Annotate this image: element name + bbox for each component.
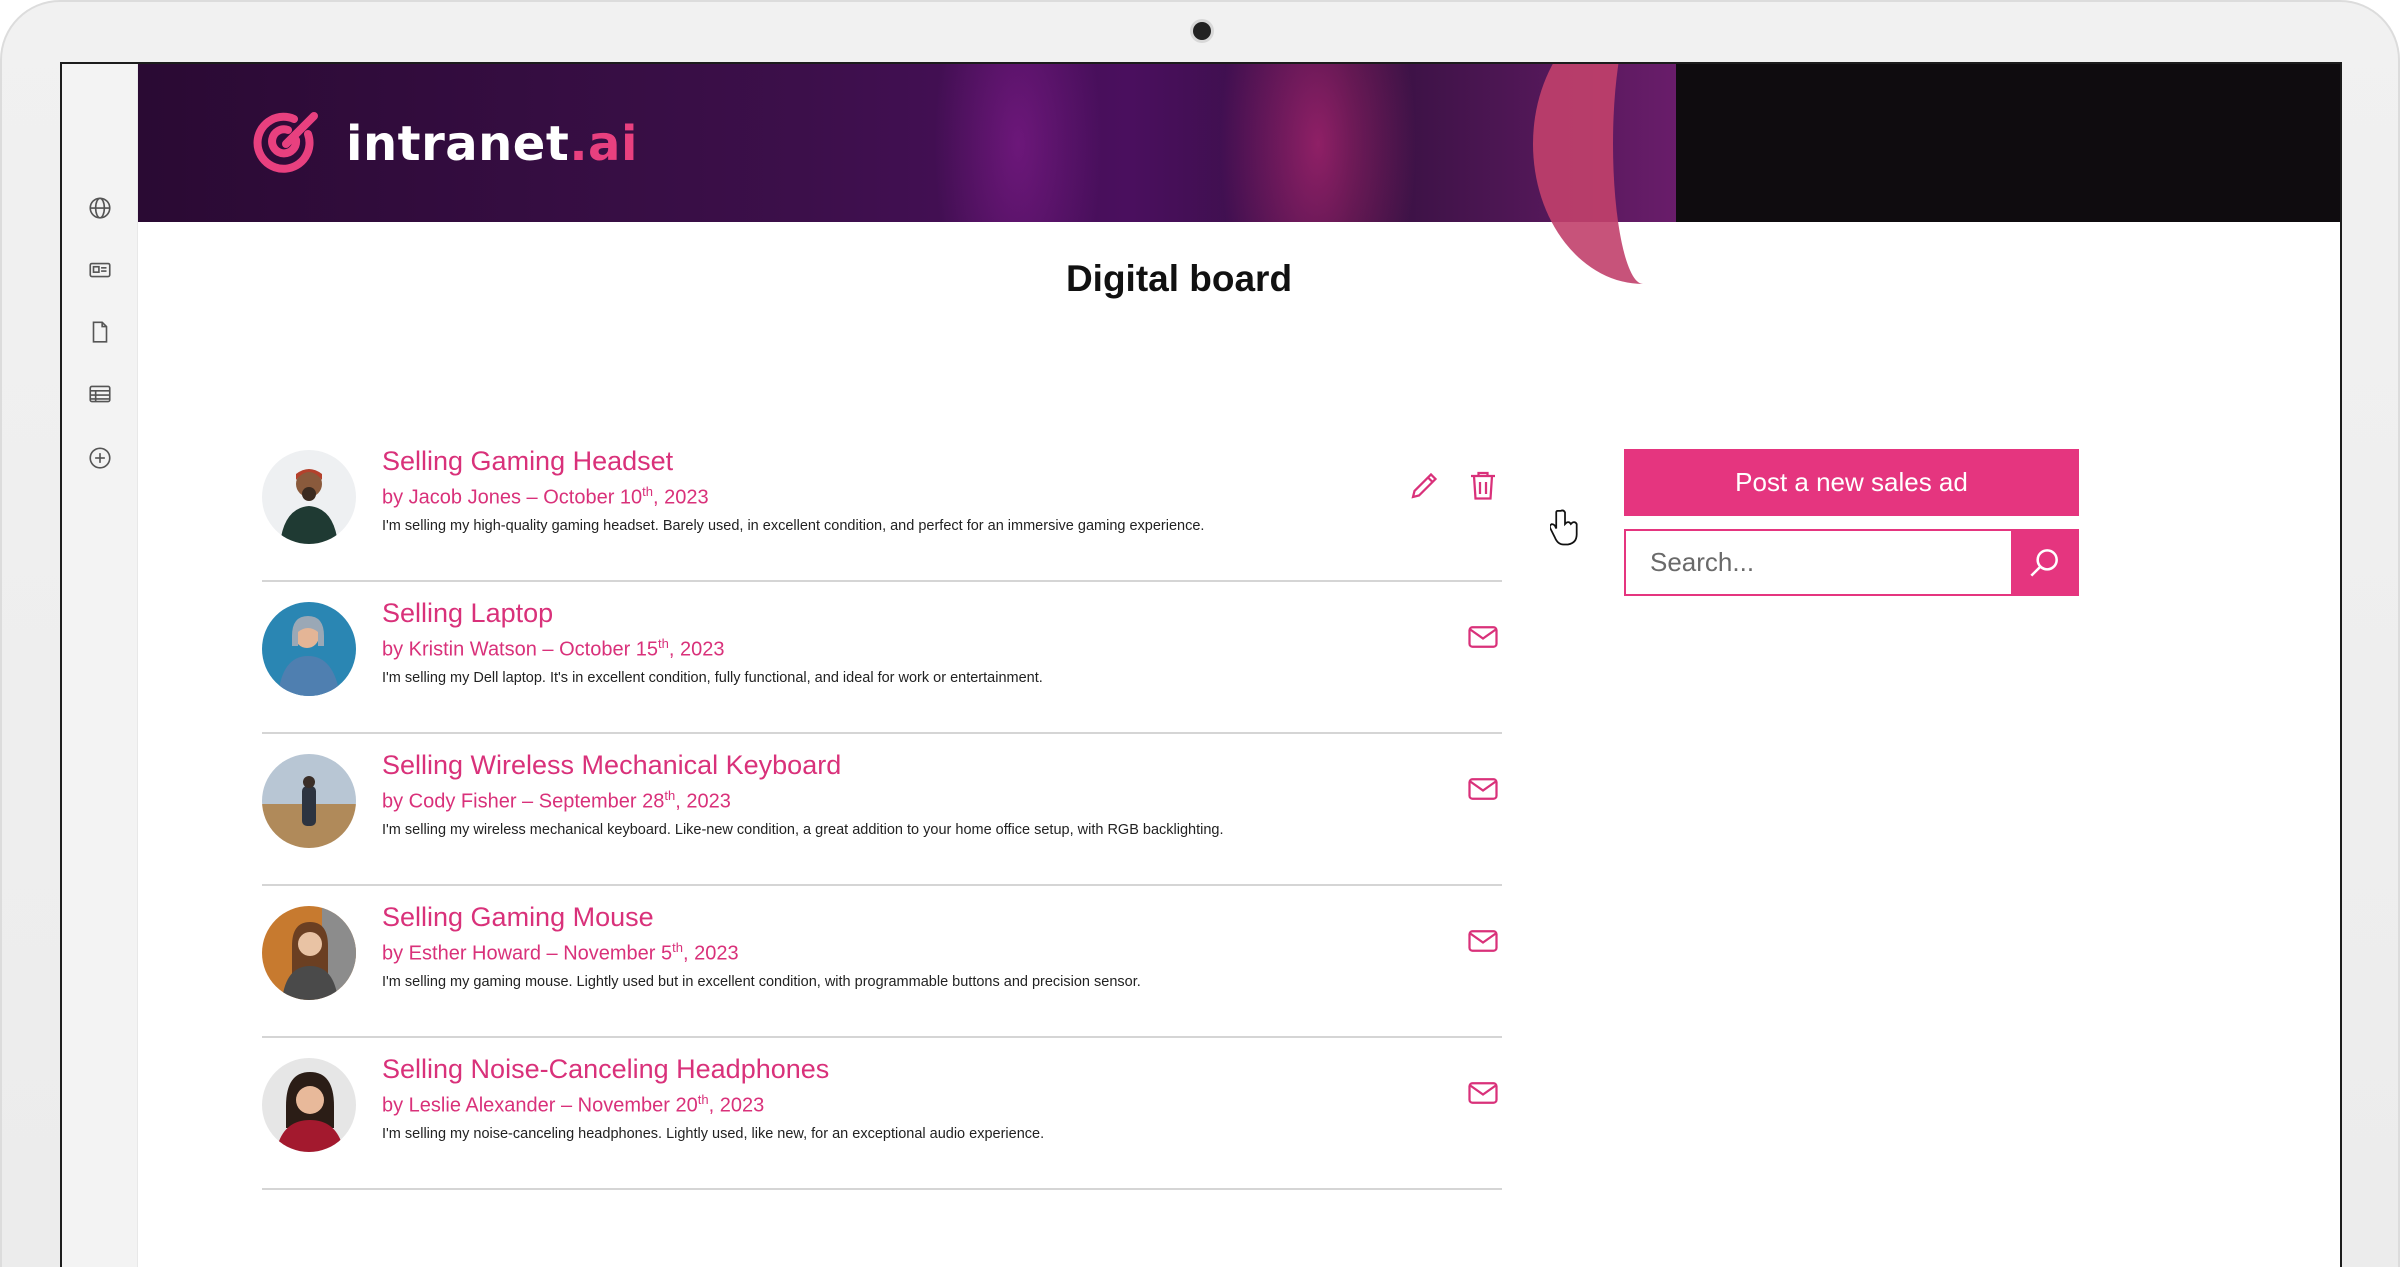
- mail-icon: [1468, 930, 1498, 952]
- ad-author-date: by Cody Fisher – September 28: [382, 790, 665, 813]
- brand-name: intranet.ai: [346, 116, 638, 172]
- search-input[interactable]: [1626, 531, 2011, 594]
- ad-meta: by Leslie Alexander – November 20th, 202…: [382, 1092, 764, 1118]
- left-rail: [62, 64, 138, 1267]
- table-icon[interactable]: [86, 380, 114, 408]
- ad-description: I'm selling my Dell laptop. It's in exce…: [382, 670, 1043, 686]
- ad-year: , 2023: [708, 1094, 765, 1117]
- brand-name-suffix: .ai: [569, 116, 638, 172]
- delete-button[interactable]: [1464, 466, 1502, 504]
- ad-meta: by Kristin Watson – October 15th, 2023: [382, 636, 725, 662]
- list-item: Selling Noise-Canceling Headphones by Le…: [262, 1038, 1502, 1190]
- post-new-ad-button[interactable]: Post a new sales ad: [1624, 449, 2079, 516]
- hand-cursor-icon: [1550, 509, 1578, 546]
- edit-button[interactable]: [1406, 466, 1444, 504]
- search-box: [1624, 529, 2079, 596]
- ad-title[interactable]: Selling Gaming Mouse: [382, 902, 654, 933]
- banner-dark-area: [1676, 64, 2340, 222]
- ad-year: , 2023: [653, 486, 709, 509]
- avatar: [262, 450, 356, 544]
- list-item: Selling Wireless Mechanical Keyboard by …: [262, 734, 1502, 886]
- mail-icon: [1468, 626, 1498, 648]
- ordinal-suffix: th: [664, 788, 676, 803]
- ad-description: I'm selling my high-quality gaming heads…: [382, 518, 1205, 534]
- ad-year: , 2023: [682, 942, 739, 965]
- header-banner: intranet.ai: [138, 64, 2340, 284]
- ad-title[interactable]: Selling Laptop: [382, 598, 553, 629]
- brand-name-main: intranet: [346, 116, 570, 172]
- ad-meta: by Esther Howard – November 5th, 2023: [382, 940, 739, 966]
- ad-title[interactable]: Selling Noise-Canceling Headphones: [382, 1054, 829, 1085]
- search-icon: [2030, 548, 2058, 577]
- target-logo-icon: [253, 112, 318, 173]
- list-item: Selling Gaming Mouse by Esther Howard – …: [262, 886, 1502, 1038]
- logo[interactable]: intranet.ai: [248, 104, 638, 184]
- ad-actions: [1406, 466, 1502, 504]
- ad-description: I'm selling my wireless mechanical keybo…: [382, 822, 1224, 838]
- list-item: Selling Gaming Headset by Jacob Jones – …: [262, 430, 1502, 582]
- ad-actions: [1464, 618, 1502, 656]
- ad-description: I'm selling my gaming mouse. Lightly use…: [382, 974, 1141, 990]
- ad-author-date: by Esther Howard – November 5: [382, 942, 673, 965]
- ad-title[interactable]: Selling Gaming Headset: [382, 446, 673, 477]
- avatar: [262, 602, 356, 696]
- pencil-icon: [1411, 472, 1438, 499]
- ad-year: , 2023: [668, 638, 725, 661]
- avatar: [262, 1058, 356, 1152]
- message-button[interactable]: [1464, 618, 1502, 656]
- ad-author-date: by Kristin Watson – October 15: [382, 638, 659, 661]
- ad-meta: by Cody Fisher – September 28th, 2023: [382, 788, 731, 814]
- message-button[interactable]: [1464, 770, 1502, 808]
- ordinal-suffix: th: [658, 636, 669, 651]
- ad-actions: [1464, 922, 1502, 960]
- add-circle-icon[interactable]: [86, 444, 114, 472]
- ad-author-date: by Jacob Jones – October 10: [382, 486, 643, 509]
- ordinal-suffix: th: [672, 940, 683, 955]
- avatar: [262, 906, 356, 1000]
- ad-meta: by Jacob Jones – October 10th, 2023: [382, 484, 709, 510]
- ads-list: Selling Gaming Headset by Jacob Jones – …: [262, 430, 1502, 1190]
- ordinal-suffix: th: [697, 1092, 709, 1107]
- ordinal-suffix: th: [642, 484, 653, 499]
- mail-icon: [1468, 1082, 1498, 1104]
- camera: [1193, 22, 1211, 40]
- globe-icon[interactable]: [86, 194, 114, 222]
- message-button[interactable]: [1464, 1074, 1502, 1112]
- ad-description: I'm selling my noise-canceling headphone…: [382, 1126, 1045, 1142]
- ad-author-date: by Leslie Alexander – November 20: [382, 1094, 698, 1117]
- list-item: Selling Laptop by Kristin Watson – Octob…: [262, 582, 1502, 734]
- mail-icon: [1468, 778, 1498, 800]
- avatar: [262, 754, 356, 848]
- ad-title[interactable]: Selling Wireless Mechanical Keyboard: [382, 750, 841, 781]
- message-button[interactable]: [1464, 922, 1502, 960]
- ad-actions: [1464, 770, 1502, 808]
- ad-year: , 2023: [675, 790, 731, 813]
- trash-icon: [1471, 471, 1495, 500]
- document-icon[interactable]: [86, 318, 114, 346]
- page-title: Digital board: [1065, 258, 1293, 299]
- search-button[interactable]: [2011, 531, 2077, 594]
- ad-actions: [1464, 1074, 1502, 1112]
